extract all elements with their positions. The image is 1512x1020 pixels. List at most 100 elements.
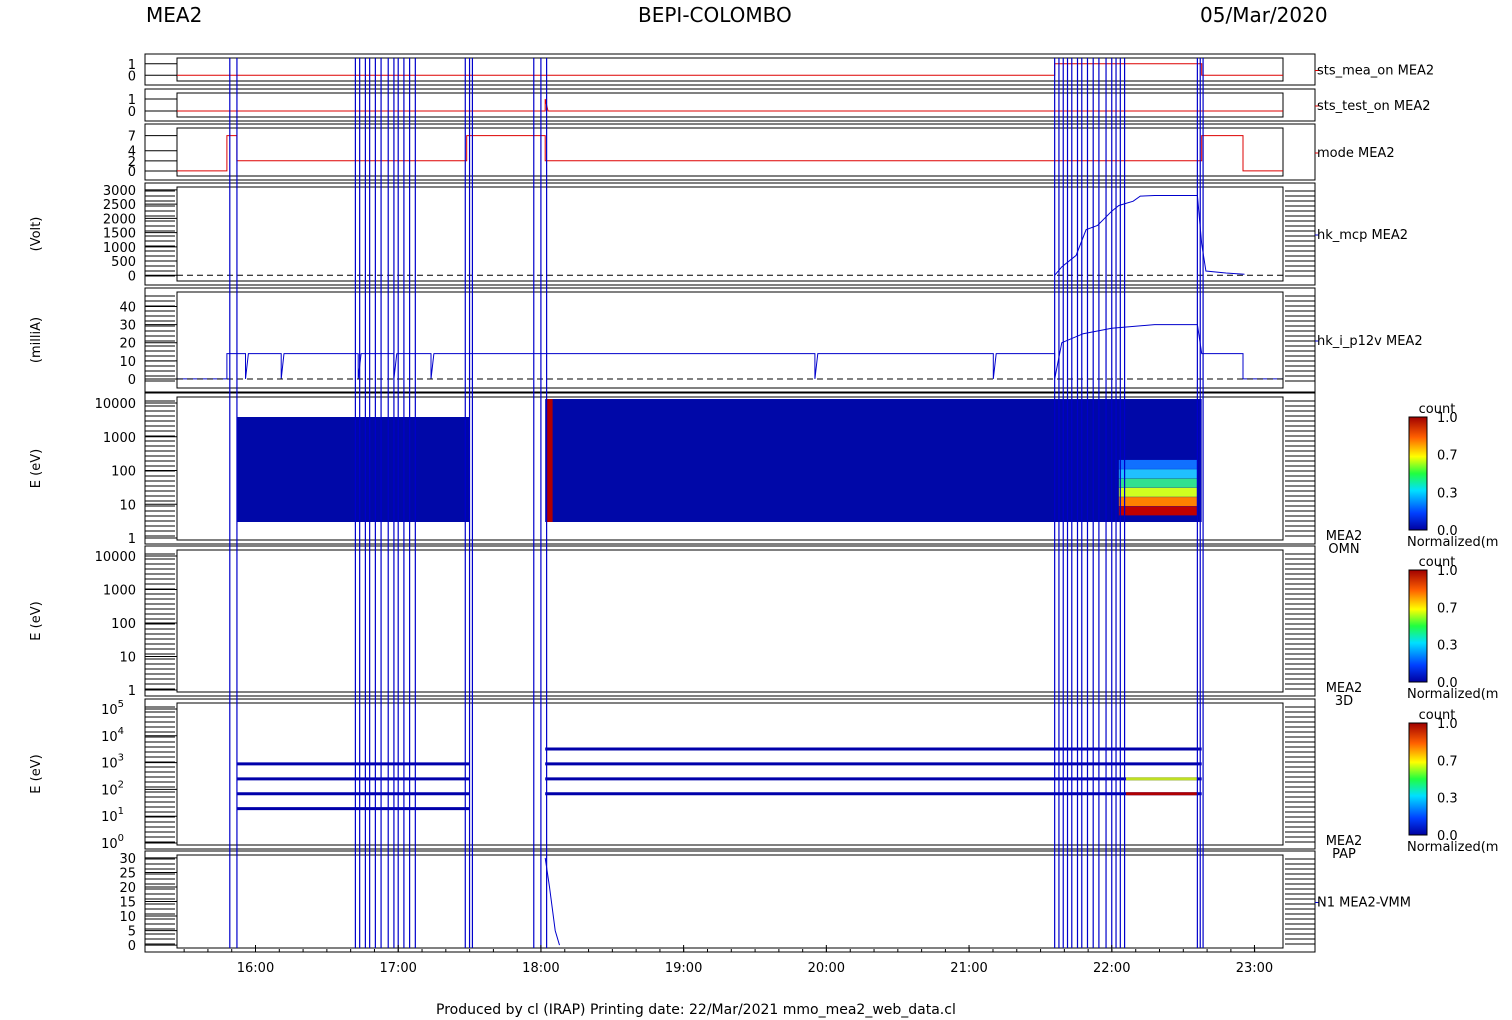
y-tick-label: 0 <box>128 69 136 84</box>
series-name-label: hk_i_p12v MEA2 <box>1317 334 1423 349</box>
y-tick-label: 10 <box>119 498 136 513</box>
series-name-label: hk_mcp MEA2 <box>1317 228 1408 243</box>
y-axis-label: (milliA) <box>29 317 44 363</box>
x-tick-label: 16:00 <box>237 961 274 976</box>
header-left-label: MEA2 <box>146 3 202 27</box>
y-tick-label: 1 <box>128 532 136 547</box>
panel-frame-outer <box>144 545 1316 697</box>
x-tick-label: 22:00 <box>1093 961 1130 976</box>
y-axis-label: (Volt) <box>29 217 44 252</box>
panel-frame-outer <box>144 123 1316 181</box>
y-tick-label: 15 <box>119 896 136 911</box>
panel-frame-inner <box>176 702 1284 846</box>
spectrogram-type-label: 3D <box>1335 694 1353 709</box>
y-tick-label: 100 <box>111 617 136 632</box>
panel-frame-outer <box>144 287 1316 393</box>
y-tick-label: 10 <box>119 910 136 925</box>
colorbar <box>1408 722 1428 836</box>
y-tick-label: 0 <box>128 165 136 180</box>
y-tick-label: 10000 <box>95 550 136 565</box>
spectrogram-patch-band <box>1118 487 1198 497</box>
y-tick-label: 1 <box>128 684 136 699</box>
y-tick-exponent: 0 <box>118 833 124 844</box>
panel-frame-outer <box>144 53 1316 86</box>
colorbar-tick-label: 0.3 <box>1437 792 1458 807</box>
series-line <box>1054 195 1245 276</box>
colorbar-tick-label: 0.7 <box>1437 601 1458 616</box>
y-tick-label: 3000 <box>103 184 136 199</box>
spectrogram-block <box>236 417 470 522</box>
spectrogram-block <box>545 399 1202 522</box>
y-tick-label: 0 <box>128 373 136 388</box>
colorbar-tick-label: 0.3 <box>1437 639 1458 654</box>
panel-frame-inner <box>176 854 1284 949</box>
spectrogram-type-label: OMN <box>1328 542 1359 557</box>
y-tick-exponent: 1 <box>118 806 124 817</box>
y-axis-label: E (eV) <box>29 601 44 640</box>
y-tick-label: 1000 <box>103 584 136 599</box>
y-tick-label: 100 <box>111 465 136 480</box>
y-tick-label: 7 <box>128 130 136 145</box>
x-tick-label: 23:00 <box>1236 961 1273 976</box>
y-tick-label: 40 <box>119 300 136 315</box>
x-tick-label: 20:00 <box>808 961 845 976</box>
y-tick-label: 102 <box>101 779 124 798</box>
colorbar-tick-label: 0.7 <box>1437 754 1458 769</box>
footer-credit: Produced by cl (IRAP) Printing date: 22/… <box>436 1002 956 1018</box>
header-center-title: BEPI-COLOMBO <box>638 3 792 27</box>
series-line <box>544 857 560 946</box>
series-line <box>177 135 1283 172</box>
spectrogram-patch-band <box>1118 506 1198 516</box>
y-tick-label: 101 <box>101 806 124 825</box>
panel-frame-inner <box>176 127 1284 177</box>
y-tick-label: 2000 <box>103 212 136 227</box>
panel-frame-outer <box>144 850 1316 953</box>
colorbar <box>1408 416 1428 531</box>
y-tick-label: 20 <box>119 337 136 352</box>
series-name-label: N1 MEA2-VMM <box>1317 896 1411 911</box>
panel-frame-inner <box>176 186 1284 282</box>
header-date: 05/Mar/2020 <box>1200 3 1328 27</box>
series-name-label: sts_mea_on MEA2 <box>1317 64 1434 79</box>
y-tick-label: 100 <box>101 833 124 852</box>
y-tick-exponent: 3 <box>118 753 124 764</box>
spectrogram-patch-band <box>1118 478 1198 488</box>
y-tick-label: 25 <box>119 866 136 881</box>
y-tick-label: 30 <box>119 319 136 334</box>
y-tick-label: 5 <box>128 925 136 940</box>
spectrogram-patch-band <box>1118 497 1198 507</box>
y-tick-exponent: 4 <box>118 726 124 737</box>
x-tick-label: 18:00 <box>522 961 559 976</box>
y-tick-label: 10000 <box>95 397 136 412</box>
series-name-label: mode MEA2 <box>1317 146 1395 161</box>
x-tick-label: 19:00 <box>665 961 702 976</box>
y-tick-label: 2500 <box>103 198 136 213</box>
panel-frame-inner <box>176 549 1284 693</box>
y-tick-label: 1500 <box>103 227 136 242</box>
spectrogram-patch-band <box>1118 469 1198 479</box>
y-tick-label: 20 <box>119 881 136 896</box>
x-tick-label: 21:00 <box>950 961 987 976</box>
series-name-label: sts_test_on MEA2 <box>1317 99 1431 114</box>
colorbar-tick-label: 1.0 <box>1437 564 1458 579</box>
y-tick-exponent: 2 <box>118 779 124 790</box>
series-line <box>177 98 1283 112</box>
y-tick-label: 30 <box>119 852 136 867</box>
y-axis-label: E (eV) <box>29 449 44 488</box>
series-line <box>177 324 1283 380</box>
y-tick-label: 10 <box>119 355 136 370</box>
y-axis-label: E (eV) <box>29 754 44 793</box>
colorbar-tick-label: 0.7 <box>1437 449 1458 464</box>
y-tick-label: 1000 <box>103 241 136 256</box>
spectrogram-patch-band <box>1118 459 1198 469</box>
mea2-chart: MEA2 BEPI-COLOMBO 05/Mar/2020 Produced by c… <box>29 3 1498 1018</box>
x-tick-label: 17:00 <box>379 961 416 976</box>
colorbar-label: Normalized(m <box>1407 687 1498 702</box>
colorbar-label: Normalized(m <box>1407 535 1498 550</box>
y-tick-label: 0 <box>128 105 136 120</box>
y-tick-exponent: 5 <box>118 699 124 710</box>
colorbar-tick-label: 0.3 <box>1437 486 1458 501</box>
colorbar <box>1408 569 1428 683</box>
y-tick-label: 105 <box>101 699 124 718</box>
y-tick-label: 103 <box>101 753 124 772</box>
